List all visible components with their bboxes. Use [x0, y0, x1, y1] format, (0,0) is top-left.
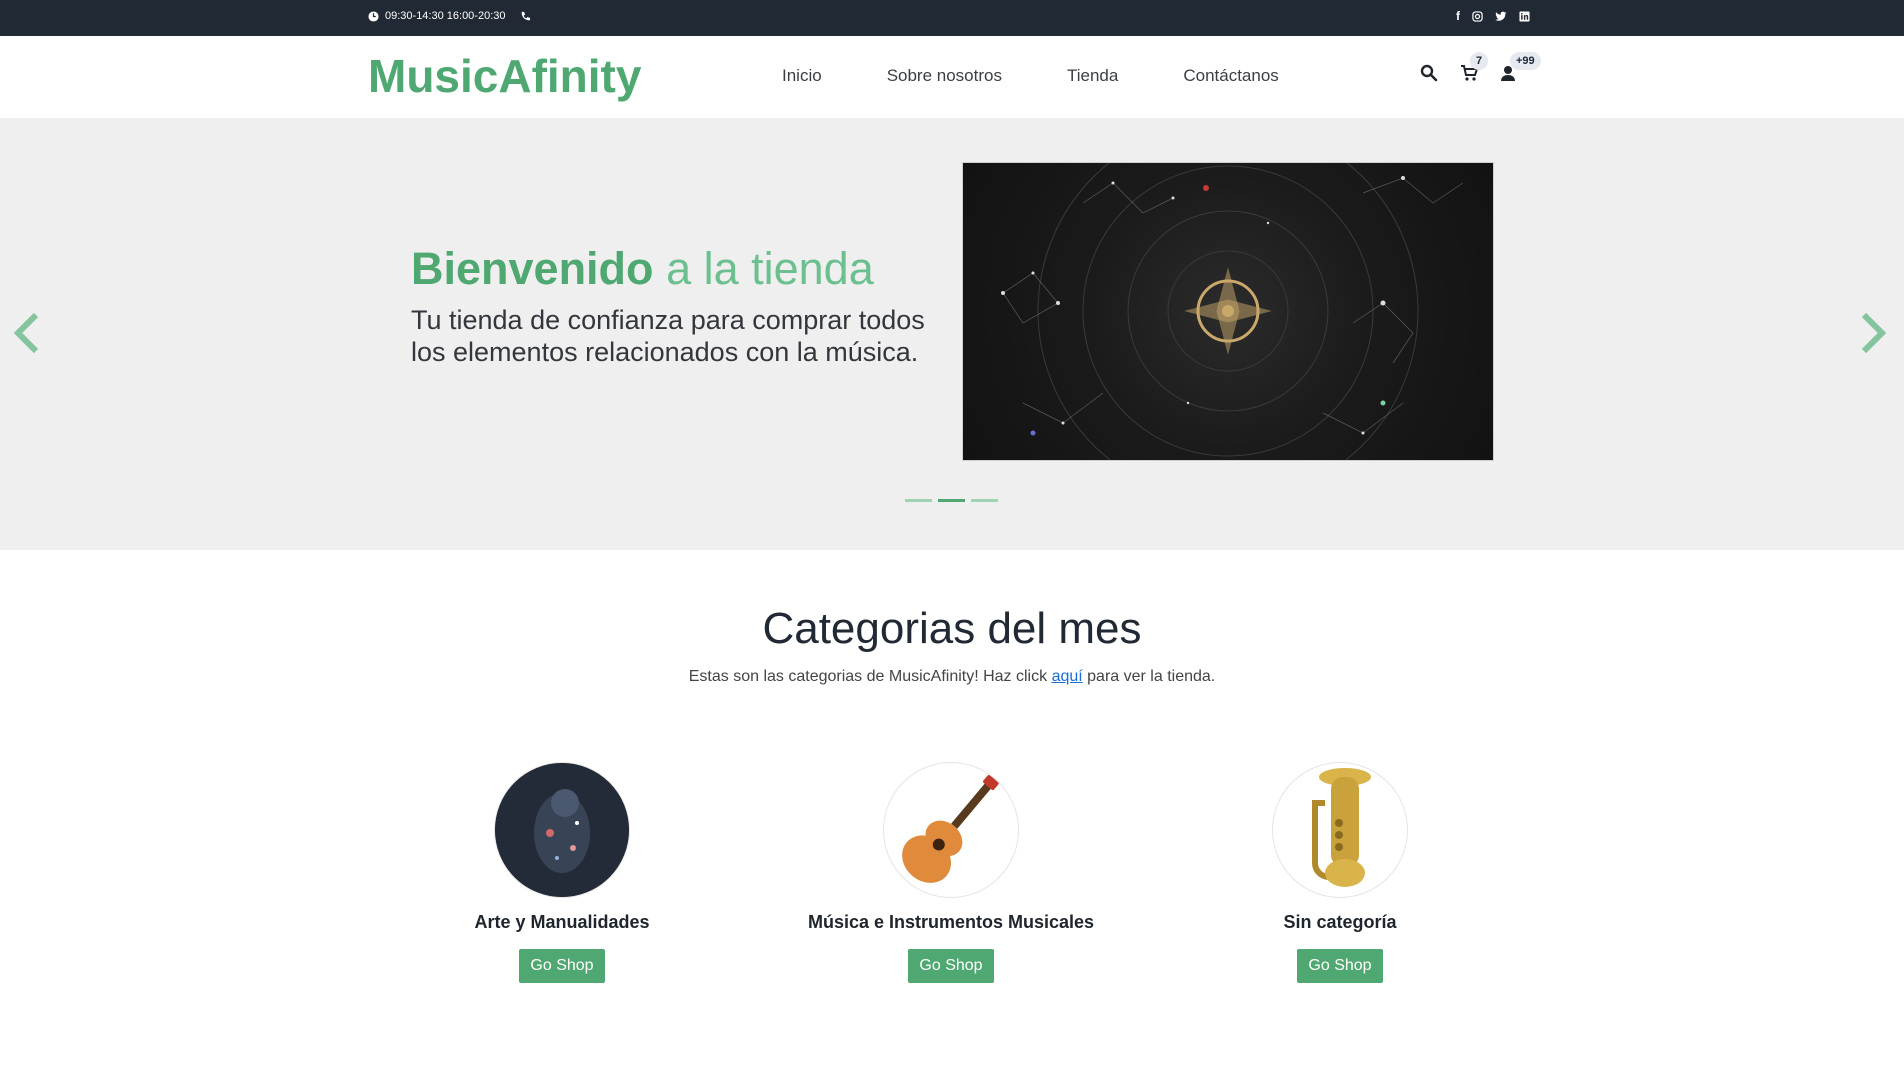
carousel-next-button[interactable]	[1858, 306, 1898, 356]
hero-subtitle: Tu tienda de confianza para comprar todo…	[411, 305, 925, 367]
shop-link[interactable]: aquí	[1052, 668, 1083, 685]
carousel-indicators	[905, 499, 998, 502]
user-count-badge: +99	[1510, 52, 1541, 70]
carousel-prev-button[interactable]	[12, 306, 52, 356]
main-navbar: MusicAfinity Inicio Sobre nosotros Tiend…	[0, 36, 1904, 119]
category-card: Música e Instrumentos Musicales Go Shop	[801, 762, 1101, 983]
carousel-indicator[interactable]	[971, 499, 998, 502]
social-links: f	[1456, 9, 1530, 23]
nav-inicio[interactable]: Inicio	[782, 66, 822, 86]
search-button[interactable]	[1420, 64, 1438, 82]
brand-logo[interactable]: MusicAfinity	[368, 49, 641, 103]
cart-count-badge: 7	[1470, 52, 1489, 70]
category-image-musica[interactable]	[883, 762, 1019, 898]
phone-icon[interactable]	[520, 11, 531, 22]
category-name[interactable]: Arte y Manualidades	[412, 912, 712, 933]
carousel-indicator-active[interactable]	[938, 499, 965, 502]
opening-hours: 09:30-14:30 16:00-20:30	[368, 10, 531, 22]
hours-text: 09:30-14:30 16:00-20:30	[385, 10, 506, 22]
categories-title: Categorias del mes	[762, 604, 1142, 653]
twitter-icon[interactable]	[1495, 11, 1507, 22]
hero-image	[962, 162, 1494, 461]
linkedin-icon[interactable]	[1519, 11, 1530, 22]
top-bar: 09:30-14:30 16:00-20:30 f	[0, 0, 1904, 36]
constellation-illustration	[1001, 163, 1464, 460]
chevron-right-icon	[1861, 312, 1887, 354]
guitar-image	[902, 774, 999, 883]
category-name[interactable]: Música e Instrumentos Musicales	[801, 912, 1101, 933]
hero-title: Bienvenido a la tienda	[411, 243, 874, 295]
header-actions: 7 +99	[1420, 52, 1541, 82]
instagram-icon[interactable]	[1472, 11, 1483, 22]
go-shop-button[interactable]: Go Shop	[1297, 949, 1383, 983]
clock-icon	[368, 10, 379, 22]
nav-tienda[interactable]: Tienda	[1067, 66, 1118, 86]
tuba-image	[1312, 768, 1371, 887]
main-menu: Inicio Sobre nosotros Tienda Contáctanos	[782, 66, 1279, 86]
hero-title-light: a la tienda	[666, 243, 874, 294]
nav-contactanos[interactable]: Contáctanos	[1183, 66, 1278, 86]
category-card: Sin categoría Go Shop	[1190, 762, 1490, 983]
category-card: Arte y Manualidades Go Shop	[412, 762, 712, 983]
categories-sub-before: Estas son las categorias de MusicAfinity…	[688, 668, 1052, 685]
category-image-sin-categoria[interactable]	[1272, 762, 1408, 898]
category-name[interactable]: Sin categoría	[1190, 912, 1490, 933]
chevron-left-icon	[13, 312, 39, 354]
hero-title-strong: Bienvenido	[411, 243, 654, 294]
go-shop-button[interactable]: Go Shop	[908, 949, 994, 983]
facebook-icon[interactable]: f	[1456, 9, 1460, 23]
hero-carousel: Bienvenido a la tienda Tu tienda de conf…	[0, 118, 1904, 550]
search-icon	[1420, 64, 1438, 82]
categories-sub-after: para ver la tienda.	[1082, 668, 1216, 685]
nav-sobre-nosotros[interactable]: Sobre nosotros	[887, 66, 1002, 86]
category-image-arte[interactable]	[494, 762, 630, 898]
cart-button[interactable]: 7	[1460, 52, 1489, 82]
go-shop-button[interactable]: Go Shop	[519, 949, 605, 983]
user-button[interactable]: +99	[1500, 52, 1541, 82]
categories-subtitle: Estas son las categorias de MusicAfinity…	[0, 668, 1904, 686]
carousel-indicator[interactable]	[905, 499, 932, 502]
astronaut-art-image	[495, 763, 629, 897]
